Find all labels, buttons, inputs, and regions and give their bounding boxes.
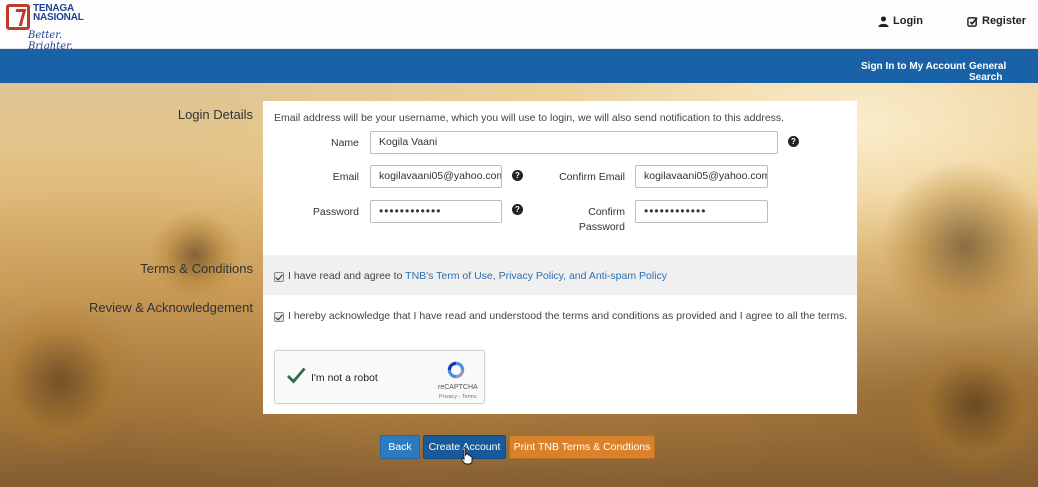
general-search-link[interactable]: General Search: [969, 61, 1038, 83]
confirm-password-label-line1: Confirm: [588, 206, 625, 218]
email-field[interactable]: kogilavaani05@yahoo.com: [370, 165, 502, 188]
edit-check-icon: [967, 16, 978, 27]
captcha-label: I'm not a robot: [311, 372, 378, 384]
password-field[interactable]: ••••••••••••: [370, 200, 502, 223]
section-login-details: Login Details: [177, 107, 253, 122]
login-link[interactable]: Login: [878, 15, 923, 27]
print-terms-button[interactable]: Print TNB Terms & Condtions: [509, 435, 655, 459]
sign-in-link[interactable]: Sign In to My Account: [861, 61, 966, 72]
register-label: Register: [982, 15, 1027, 27]
section-terms: Terms & Conditions: [140, 261, 253, 276]
hand-pointer-icon: [461, 447, 473, 465]
recaptcha-widget[interactable]: I'm not a robot reCAPTCHA Privacy - Term…: [274, 350, 485, 404]
terms-text-prefix: I have read and agree to: [288, 270, 406, 282]
confirm-password-label-line2: Password: [578, 221, 625, 233]
password-label: Password: [312, 206, 359, 218]
captcha-brand: reCAPTCHA: [438, 384, 478, 391]
register-link[interactable]: Register: [967, 15, 1026, 27]
terms-checkbox[interactable]: [274, 272, 284, 282]
acknowledge-checkbox[interactable]: [274, 312, 284, 322]
section-review: Review & Acknowledgement: [88, 300, 253, 315]
main-nav: Sign In to My Account General Search: [0, 49, 1038, 83]
background-flower: [880, 160, 1038, 330]
login-label: Login: [893, 15, 923, 27]
registration-form: Email address will be your username, whi…: [263, 101, 857, 414]
name-field[interactable]: Kogila Vaani: [370, 131, 778, 154]
site-header: TENAGA NASIONAL Better. Brighter. Login …: [0, 0, 1038, 55]
confirm-email-label: Confirm Email: [559, 171, 625, 183]
question-circle-icon[interactable]: ?: [788, 136, 799, 147]
question-circle-icon[interactable]: ?: [512, 170, 523, 181]
confirm-password-label: Confirm Password: [563, 206, 625, 233]
confirm-password-field[interactable]: ••••••••••••: [635, 200, 768, 223]
terms-text: I have read and agree to TNB's Term of U…: [288, 270, 667, 282]
captcha-privacy-terms[interactable]: Privacy - Terms: [439, 394, 477, 400]
background-flower: [150, 210, 240, 300]
background-flower: [900, 330, 1038, 480]
tnb-logo-mark-icon: [6, 4, 30, 30]
confirm-email-field[interactable]: kogilavaani05@yahoo.com: [635, 165, 768, 188]
name-label: Name: [330, 137, 359, 149]
acknowledge-text: I hereby acknowledge that I have read an…: [288, 310, 848, 322]
tnb-logo[interactable]: TENAGA NASIONAL Better. Brighter.: [6, 3, 106, 55]
form-intro: Email address will be your username, whi…: [274, 112, 785, 124]
user-icon: [878, 15, 889, 27]
back-button[interactable]: Back: [380, 435, 420, 459]
terms-policy-link[interactable]: TNB's Term of Use, Privacy Policy, and A…: [405, 270, 667, 282]
question-circle-icon[interactable]: ?: [512, 204, 523, 215]
check-icon[interactable]: [286, 365, 306, 385]
recaptcha-icon: [447, 361, 465, 379]
email-label: Email: [332, 171, 359, 183]
logo-name: TENAGA NASIONAL: [33, 3, 84, 23]
